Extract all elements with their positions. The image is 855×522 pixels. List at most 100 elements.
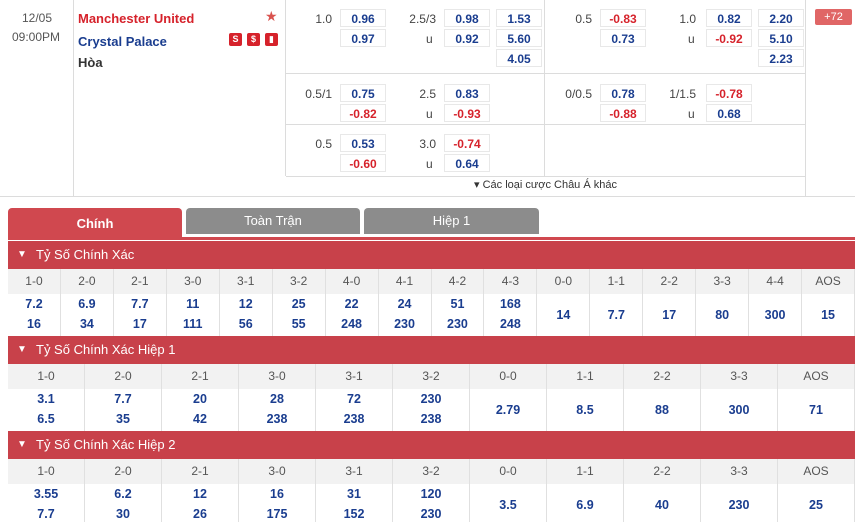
collapse-chevron-icon[interactable]: ▼ [17,431,27,459]
odds-value[interactable]: 88 [624,403,700,417]
away-team[interactable]: Crystal Palace [78,34,167,49]
score-odds-cell[interactable]: 24 230 [379,294,432,338]
score-odds-cell[interactable]: 20 42 [162,389,239,433]
section-header[interactable]: ▼ Tỷ Số Chính Xác Hiệp 2 [8,431,855,459]
odds-value[interactable]: 22 [326,297,378,311]
stats-s-icon[interactable]: S [229,33,242,46]
score-odds-cell[interactable]: 230 [701,484,778,522]
section-header[interactable]: ▼ Tỷ Số Chính Xác [8,241,855,269]
odds-value[interactable]: 3.1 [8,392,84,406]
score-odds-cell[interactable]: 15 [802,294,855,338]
odds-cell[interactable]: 0.92 [444,29,490,47]
odds-cell[interactable]: 2.23 [758,49,804,67]
odds-cell[interactable]: -0.78 [706,84,752,102]
odds-value[interactable]: 6.5 [8,412,84,426]
odds-value[interactable]: 6.9 [61,297,113,311]
odds-cell[interactable]: 0.97 [340,29,386,47]
odds-cell[interactable]: -0.60 [340,154,386,172]
score-odds-cell[interactable]: 230 238 [393,389,470,433]
score-odds-cell[interactable]: 28 238 [239,389,316,433]
score-odds-cell[interactable]: 14 [537,294,591,338]
score-odds-cell[interactable]: 7.7 [590,294,644,338]
score-odds-cell[interactable]: 120 230 [393,484,470,522]
score-odds-cell[interactable]: 8.5 [547,389,624,433]
odds-value[interactable]: 175 [239,507,315,521]
odds-value[interactable]: 2.79 [470,403,546,417]
odds-value[interactable]: 300 [701,403,777,417]
score-odds-cell[interactable]: 80 [696,294,750,338]
chart-icon[interactable]: ▮ [265,33,278,46]
odds-value[interactable]: 35 [85,412,161,426]
odds-value[interactable]: 30 [85,507,161,521]
score-odds-cell[interactable]: 12 26 [162,484,239,522]
odds-cell[interactable]: 0.96 [340,9,386,27]
odds-value[interactable]: 26 [162,507,238,521]
score-odds-cell[interactable]: 25 55 [273,294,326,338]
score-odds-cell[interactable]: 7.7 17 [114,294,167,338]
score-odds-cell[interactable]: 51 230 [432,294,485,338]
odds-value[interactable]: 7.7 [590,308,642,322]
odds-value[interactable]: 14 [537,308,589,322]
score-odds-cell[interactable]: 168 248 [484,294,538,338]
score-odds-cell[interactable]: 22 248 [326,294,379,338]
score-odds-cell[interactable]: 25 [778,484,855,522]
odds-cell[interactable]: 2.20 [758,9,804,27]
odds-value[interactable]: 71 [778,403,854,417]
odds-value[interactable]: 25 [778,498,854,512]
odds-cell[interactable]: 5.10 [758,29,804,47]
score-odds-cell[interactable]: 6.9 [547,484,624,522]
odds-cell[interactable]: 0.78 [600,84,646,102]
odds-value[interactable]: 24 [379,297,431,311]
odds-value[interactable]: 300 [749,308,801,322]
odds-value[interactable]: 28 [239,392,315,406]
odds-cell[interactable]: -0.93 [444,104,490,122]
odds-value[interactable]: 25 [273,297,325,311]
odds-value[interactable]: 12 [220,297,272,311]
odds-cell[interactable]: -0.92 [706,29,752,47]
score-odds-cell[interactable]: 12 56 [220,294,273,338]
odds-cell[interactable]: 0.98 [444,9,490,27]
odds-value[interactable]: 16 [239,487,315,501]
odds-cell[interactable]: 0.68 [706,104,752,122]
odds-value[interactable]: 152 [316,507,392,521]
score-odds-cell[interactable]: 3.5 [470,484,547,522]
odds-value[interactable]: 40 [624,498,700,512]
collapse-chevron-icon[interactable]: ▼ [17,336,27,364]
odds-value[interactable]: 80 [696,308,748,322]
odds-cell[interactable]: -0.88 [600,104,646,122]
odds-value[interactable]: 11 [167,297,219,311]
dollar-icon[interactable]: $ [247,33,260,46]
odds-value[interactable]: 6.9 [547,498,623,512]
section-header[interactable]: ▼ Tỷ Số Chính Xác Hiệp 1 [8,336,855,364]
odds-cell[interactable]: 1.53 [496,9,542,27]
odds-cell[interactable]: 0.64 [444,154,490,172]
odds-value[interactable]: 230 [393,507,469,521]
odds-value[interactable]: 34 [61,317,113,331]
odds-value[interactable]: 248 [484,317,536,331]
odds-cell[interactable]: -0.74 [444,134,490,152]
odds-value[interactable]: 17 [643,308,695,322]
odds-cell[interactable]: -0.83 [600,9,646,27]
score-odds-cell[interactable]: 72 238 [316,389,393,433]
more-asian-bets-link[interactable]: ▾ Các loại cược Châu Á khác [286,178,805,191]
odds-value[interactable]: 42 [162,412,238,426]
score-odds-cell[interactable]: 11 111 [167,294,220,338]
odds-value[interactable]: 248 [326,317,378,331]
odds-value[interactable]: 12 [162,487,238,501]
score-odds-cell[interactable]: 3.55 7.7 [8,484,85,522]
score-odds-cell[interactable]: 40 [624,484,701,522]
odds-value[interactable]: 17 [114,317,166,331]
odds-value[interactable]: 111 [167,317,219,331]
score-odds-cell[interactable]: 16 175 [239,484,316,522]
odds-value[interactable]: 20 [162,392,238,406]
tab-full-time[interactable]: Toàn Trận [186,208,360,234]
odds-value[interactable]: 238 [393,412,469,426]
odds-value[interactable]: 51 [432,297,484,311]
odds-value[interactable]: 7.7 [85,392,161,406]
odds-value[interactable]: 3.55 [8,487,84,501]
odds-value[interactable]: 120 [393,487,469,501]
score-odds-cell[interactable]: 300 [701,389,778,433]
odds-value[interactable]: 230 [432,317,484,331]
odds-value[interactable]: 56 [220,317,272,331]
home-team[interactable]: Manchester United [78,11,194,26]
